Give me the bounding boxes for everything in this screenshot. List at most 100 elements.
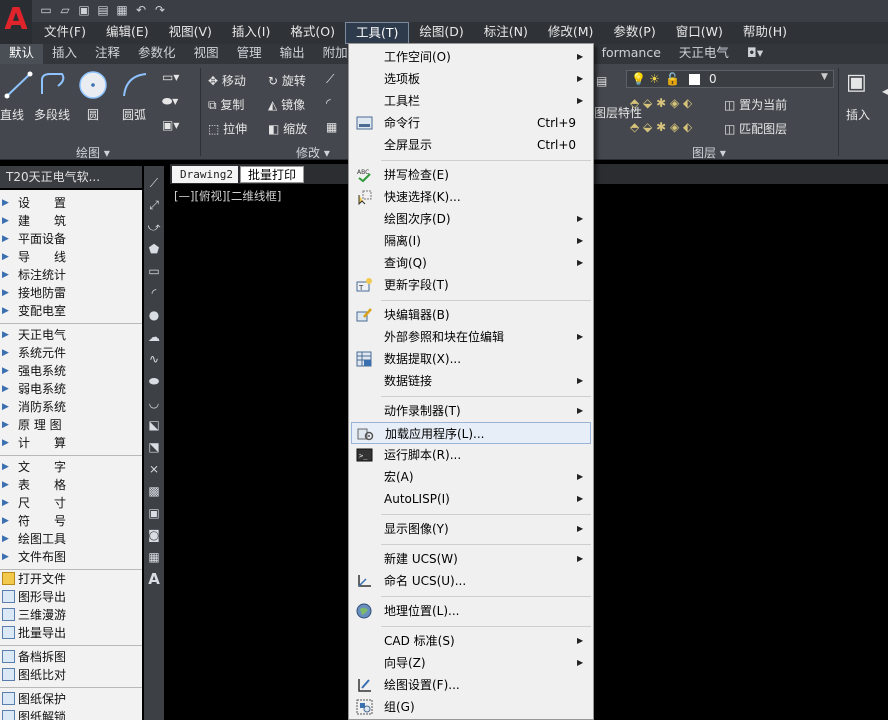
palette-item-grounding[interactable]: ▶ 接地防雷 xyxy=(0,284,142,302)
spline-tool-icon[interactable]: ∿ xyxy=(147,352,161,366)
palette-item-dimension[interactable]: ▶ 尺 寸 xyxy=(0,494,142,512)
palette-item-table[interactable]: ▶ 表 格 xyxy=(0,476,142,494)
palette-item-text[interactable]: ▶ 文 字 xyxy=(0,458,142,476)
layer-tools-row1[interactable]: ⬘ ⬙ ✱ ◈ ⬖ xyxy=(630,96,692,110)
match-layer-button[interactable]: ◫ 匹配图层 xyxy=(724,120,787,137)
menu-item-workspaces[interactable]: 工作空间(O) ▶ xyxy=(351,46,591,68)
menu-item-block-editor[interactable]: 块编辑器(B) xyxy=(351,304,591,326)
menu-item-isolate[interactable]: 隔离(I) ▶ xyxy=(351,230,591,252)
trim-icon[interactable]: ⟋ xyxy=(326,72,334,87)
tab-insert[interactable]: 插入 xyxy=(43,44,86,64)
line-label[interactable]: 直线 xyxy=(0,106,24,123)
layers-panel-label[interactable]: 图层 ▾ xyxy=(692,144,726,161)
menu-item-new-ucs[interactable]: 新建 UCS(W) ▶ xyxy=(351,548,591,570)
menu-file[interactable]: 文件(F) xyxy=(34,22,96,44)
menu-item-quick-select[interactable]: 快速选择(K)... xyxy=(351,186,591,208)
palette-item-drawing-unlock[interactable]: 图纸解锁 xyxy=(0,708,142,720)
palette-item-plan-equipment[interactable]: ▶ 平面设备 xyxy=(0,230,142,248)
polyline-label[interactable]: 多段线 xyxy=(34,106,70,123)
line-icon[interactable] xyxy=(4,70,34,100)
save-as-icon[interactable]: ▤ xyxy=(95,3,111,17)
circle-icon[interactable] xyxy=(78,70,108,100)
make-block-tool-icon[interactable]: ⬔ xyxy=(147,440,161,454)
menu-item-command-line[interactable]: 命令行 Ctrl+9 xyxy=(351,112,591,134)
set-current-button[interactable]: ◫ 置为当前 xyxy=(724,96,787,113)
menu-dimension[interactable]: 标注(N) xyxy=(474,22,538,44)
layer-dropdown[interactable]: 💡 ☀ 🔓 0 ▼ xyxy=(626,70,834,88)
palette-item-low-voltage[interactable]: ▶ 弱电系统 xyxy=(0,380,142,398)
palette-item-system-components[interactable]: ▶ 系统元件 xyxy=(0,344,142,362)
tab-default[interactable]: 默认 xyxy=(0,44,44,64)
menu-item-named-ucs[interactable]: 命名 UCS(U)... xyxy=(351,570,591,592)
menu-format[interactable]: 格式(O) xyxy=(280,22,345,44)
layer-properties-icon[interactable]: ▤ xyxy=(596,74,607,88)
insert-block-label[interactable]: 插入 xyxy=(846,106,870,123)
menu-item-update-fields[interactable]: T 更新字段(T) xyxy=(351,274,591,296)
palette-item-drawing-tools[interactable]: ▶ 绘图工具 xyxy=(0,530,142,548)
application-menu-button[interactable]: A xyxy=(0,0,32,44)
move-tool[interactable]: ✥ 移动 xyxy=(208,72,246,89)
hatch-icon[interactable]: ⬬▾ xyxy=(162,94,178,109)
mirror-tool[interactable]: ◭ 镜像 xyxy=(268,96,305,113)
palette-item-building[interactable]: ▶ 建 筑 xyxy=(0,212,142,230)
menu-draw[interactable]: 绘图(D) xyxy=(409,22,473,44)
circle-tool-icon[interactable]: ● xyxy=(147,308,161,322)
array-icon[interactable]: ▦ xyxy=(326,120,337,134)
palette-item-schematic[interactable]: ▶ 原 理 图 xyxy=(0,416,142,434)
palette-item-batch-export[interactable]: 批量导出 xyxy=(0,624,142,642)
layer-tools-row2[interactable]: ⬘ ⬙ ✱ ◈ ⬖ xyxy=(630,120,692,134)
ellipse-arc-tool-icon[interactable]: ◡ xyxy=(147,396,161,410)
palette-item-calculation[interactable]: ▶ 计 算 xyxy=(0,434,142,452)
menu-item-autolisp[interactable]: AutoLISP(I) ▶ xyxy=(351,488,591,510)
mtext-tool-icon[interactable]: A xyxy=(147,572,161,587)
polygon-tool-icon[interactable]: ⬟ xyxy=(147,242,161,256)
tab-parametric[interactable]: 参数化 xyxy=(129,44,185,64)
tab-output[interactable]: 输出 xyxy=(271,44,314,64)
save-icon[interactable]: ▣ xyxy=(76,3,92,17)
redo-icon[interactable]: ↷ xyxy=(152,3,168,17)
tab-manage[interactable]: 管理 xyxy=(228,44,271,64)
menu-item-palettes[interactable]: 选项板 ▶ xyxy=(351,68,591,90)
menu-item-load-application[interactable]: 加载应用程序(L)... xyxy=(351,422,591,444)
menu-item-xref-edit[interactable]: 外部参照和块在位编辑 ▶ xyxy=(351,326,591,348)
palette-item-archive-split[interactable]: 备档拆图 xyxy=(0,648,142,666)
point-tool-icon[interactable]: ⨯ xyxy=(147,462,161,476)
table-tool-icon[interactable]: ▦ xyxy=(147,550,161,564)
palette-item-3d-walk[interactable]: 三维漫游 xyxy=(0,606,142,624)
block-more-icon[interactable]: ◂ xyxy=(882,84,888,98)
draw-panel-label[interactable]: 绘图 ▾ xyxy=(76,144,110,161)
menu-window[interactable]: 窗口(W) xyxy=(666,22,733,44)
palette-item-settings[interactable]: ▶ 设 置 xyxy=(0,194,142,212)
modify-panel-label[interactable]: 修改 ▾ xyxy=(296,144,330,161)
menu-item-clean-screen[interactable]: 全屏显示 Ctrl+0 xyxy=(351,134,591,156)
menu-item-action-recorder[interactable]: 动作录制器(T) ▶ xyxy=(351,400,591,422)
ribbon-options-icon[interactable]: ◘▾ xyxy=(738,44,772,64)
palette-item-open-file[interactable]: 打开文件 xyxy=(0,570,142,588)
gradient-tool-icon[interactable]: ▣ xyxy=(147,506,161,520)
menu-item-data-extraction[interactable]: 数据提取(X)... xyxy=(351,348,591,370)
tab-performance[interactable]: formance xyxy=(593,44,670,64)
line-tool-icon[interactable]: ⟋ xyxy=(147,176,161,190)
copy-tool[interactable]: ⧉ 复制 xyxy=(208,96,244,113)
tab-drawing2[interactable]: Drawing2 xyxy=(172,166,238,183)
arc-label[interactable]: 圆弧 xyxy=(122,106,146,123)
menu-item-wizards[interactable]: 向导(Z) ▶ xyxy=(351,652,591,674)
palette-item-drawing-compare[interactable]: 图纸比对 xyxy=(0,666,142,684)
menu-item-macro[interactable]: 宏(A) ▶ xyxy=(351,466,591,488)
open-icon[interactable]: ▱ xyxy=(57,3,73,17)
menu-tools[interactable]: 工具(T) xyxy=(344,22,410,44)
menu-item-geographic-location[interactable]: 地理位置(L)... xyxy=(351,600,591,622)
palette-item-annotation-stats[interactable]: ▶ 标注统计 xyxy=(0,266,142,284)
stretch-tool[interactable]: ⬚ 拉伸 xyxy=(208,120,247,137)
region-tool-icon[interactable]: ◙ xyxy=(147,528,161,542)
insert-block-tool-icon[interactable]: ⬕ xyxy=(147,418,161,432)
palette-item-drawing-protect[interactable]: 图纸保护 xyxy=(0,690,142,708)
tab-batch-print[interactable]: 批量打印 xyxy=(240,166,304,183)
menu-edit[interactable]: 编辑(E) xyxy=(96,22,159,44)
tab-view[interactable]: 视图 xyxy=(185,44,228,64)
polyline-tool-icon[interactable]: ⤻ xyxy=(147,220,161,234)
region-icon[interactable]: ▣▾ xyxy=(162,118,179,132)
menu-insert[interactable]: 插入(I) xyxy=(222,22,280,44)
print-icon[interactable]: ▦ xyxy=(114,3,130,17)
palette-item-symbol[interactable]: ▶ 符 号 xyxy=(0,512,142,530)
